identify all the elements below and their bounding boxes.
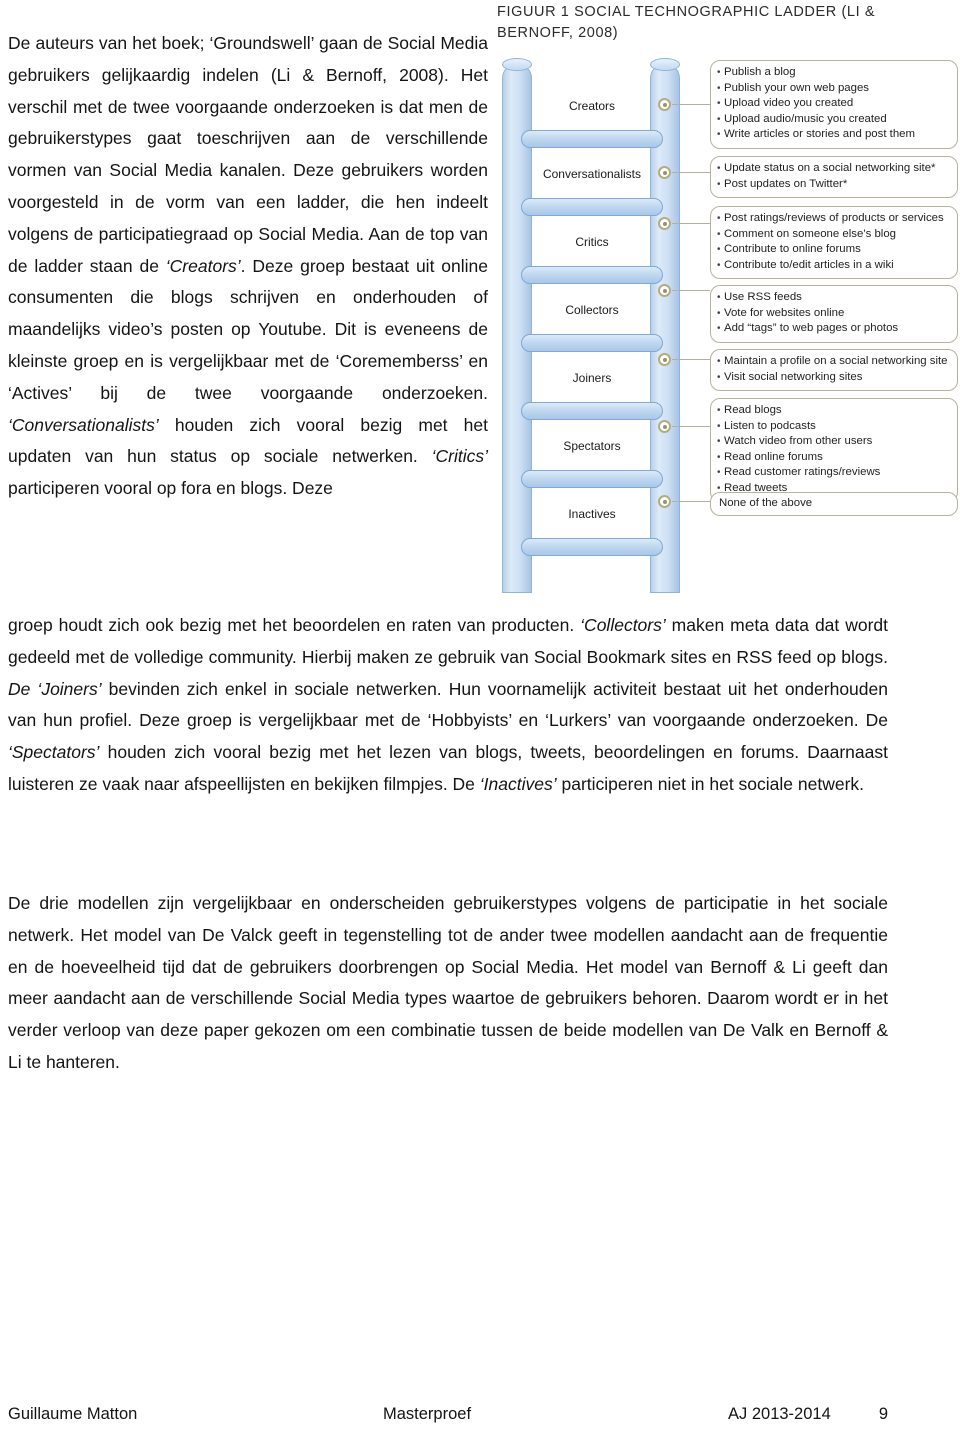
footer-author: Guillaume Matton [8,1405,138,1423]
activity-box-collectors: Use RSS feeds Vote for websites online A… [710,285,958,343]
activity-item: Contribute to online forums [717,242,949,258]
activity-item: Visit social networking sites [717,370,949,386]
connector-line-collectors [672,290,710,291]
activity-item: Write articles or stories and post them [717,127,949,143]
activity-item: Publish your own web pages [717,81,949,97]
ladder-rung [521,538,663,556]
ladder-rung [521,266,663,284]
ladder-rail-cap-right [650,58,680,71]
connector-dot-joiners [658,353,671,366]
activity-item: Listen to podcasts [717,419,949,435]
term-inactives: ‘Inactives’ [479,773,557,794]
activity-item: Contribute to/edit articles in a wiki [717,258,949,274]
document-page: FIGUUR 1 SOCIAL TECHNOGRAPHIC LADDER (LI… [0,0,960,1437]
activity-item: Publish a blog [717,65,949,81]
figure-caption: FIGUUR 1 SOCIAL TECHNOGRAPHIC LADDER (LI… [497,4,876,41]
connector-line-creators [672,104,710,105]
connector-dot-critics [658,217,671,230]
social-technographic-ladder-figure: Creators Conversationalists Critics Coll… [498,58,960,593]
activity-item: Read blogs [717,403,949,419]
body-paragraph-1-full: groep houdt zich ook bezig met het beoor… [8,610,888,801]
connector-line-inactives [672,501,710,502]
ladder-rung [521,334,663,352]
ladder-rail-cap-left [502,58,532,71]
page-footer: Guillaume Matton Masterproef AJ 2013-201… [8,1405,888,1424]
activity-list-collectors: Use RSS feeds Vote for websites online A… [717,290,949,337]
activity-item: Upload audio/music you created [717,112,949,128]
activity-box-creators: Publish a blog Publish your own web page… [710,60,958,149]
paragraph-run: bevinden zich enkel in sociale netwerken… [8,678,888,731]
body-paragraph-1-column: De auteurs van het boek; ‘Groundswell’ g… [8,28,488,505]
activity-box-conversationalists: Update status on a social networking sit… [710,156,958,198]
ladder-rung [521,130,663,148]
activity-box-spectators: Read blogs Listen to podcasts Watch vide… [710,398,958,502]
term-joiners: De ‘Joiners’ [8,678,102,699]
connector-line-joiners [672,359,710,360]
paragraph-text: De drie modellen zijn vergelijkbaar en o… [8,893,888,1072]
ladder-step-inactives: Inactives [568,507,616,521]
connector-dot-inactives [658,495,671,508]
ladder-step-critics: Critics [575,235,609,249]
activity-item: Read customer ratings/reviews [717,465,949,481]
activity-item: Post updates on Twitter* [717,177,949,193]
term-conversationalists: ‘Conversationalists’ [8,414,159,435]
connector-dot-spectators [658,420,671,433]
term-critics-rest: ritics’ [448,446,488,467]
activity-item: Vote for websites online [717,306,949,322]
activity-list-conversationalists: Update status on a social networking sit… [717,161,949,192]
activity-item: Comment on someone else’s blog [717,227,949,243]
paragraph-text: groep houdt zich ook bezig met het beoor… [8,610,888,801]
footer-document-type: Masterproef [383,1405,472,1423]
term-collectors: ‘Collectors’ [580,615,666,635]
connector-line-spectators [672,426,710,427]
activity-box-inactives: None of the above [710,492,958,516]
activity-list-joiners: Maintain a profile on a social networkin… [717,354,949,385]
activity-item: Upload video you created [717,96,949,112]
ladder-step-conversationalists: Conversationalists [542,167,642,181]
activity-item: Add “tags” to web pages or photos [717,321,949,337]
ladder-step-spectators: Spectators [563,439,621,453]
paragraph-run: . Deze groep bestaat uit online consumen… [8,255,488,403]
activity-list-spectators: Read blogs Listen to podcasts Watch vide… [717,403,949,496]
paragraph-run: participeren niet in het sociale netwerk… [556,773,865,794]
footer-academic-year: AJ 2013-2014 [728,1405,831,1423]
term-critics: ‘C [431,446,449,467]
term-spectators: ‘Spectators’ [8,742,100,763]
term-creators: ‘Creators’ [165,255,241,276]
activity-list-creators: Publish a blog Publish your own web page… [717,65,949,143]
connector-dot-creators [658,98,671,111]
footer-page-number: 9 [878,1405,888,1423]
connector-dot-conversationalists [658,166,671,179]
activity-item: Post ratings/reviews of products or serv… [717,211,949,227]
paragraph-text: De auteurs van het boek; ‘Groundswell’ g… [8,28,488,505]
activity-item: Watch video from other users [717,434,949,450]
activity-box-critics: Post ratings/reviews of products or serv… [710,206,958,279]
activity-list-critics: Post ratings/reviews of products or serv… [717,211,949,273]
connector-line-critics [672,223,710,224]
ladder-step-collectors: Collectors [565,303,619,317]
ladder-graphic: Creators Conversationalists Critics Coll… [502,58,682,593]
body-paragraph-2: De drie modellen zijn vergelijkbaar en o… [8,888,888,1079]
ladder-step-creators: Creators [568,99,615,113]
paragraph-run: participeren vooral op fora en blogs. De… [8,478,333,499]
connector-line-conversationalists [672,172,710,173]
paragraph-run: groep houdt zich ook bezig met het beoor… [8,615,581,635]
connector-dot-collectors [658,284,671,297]
activity-item: Maintain a profile on a social networkin… [717,354,949,370]
ladder-step-joiners: Joiners [572,371,612,385]
activity-box-joiners: Maintain a profile on a social networkin… [710,349,958,391]
ladder-rung [521,470,663,488]
activity-item: Use RSS feeds [717,290,949,306]
activity-item: Read online forums [717,450,949,466]
activity-item-none: None of the above [719,497,813,510]
ladder-rung [521,198,663,216]
activity-item: Update status on a social networking sit… [717,161,949,177]
ladder-rung [521,402,663,420]
paragraph-run: De auteurs van het boek; ‘Groundswell’ g… [8,33,488,276]
